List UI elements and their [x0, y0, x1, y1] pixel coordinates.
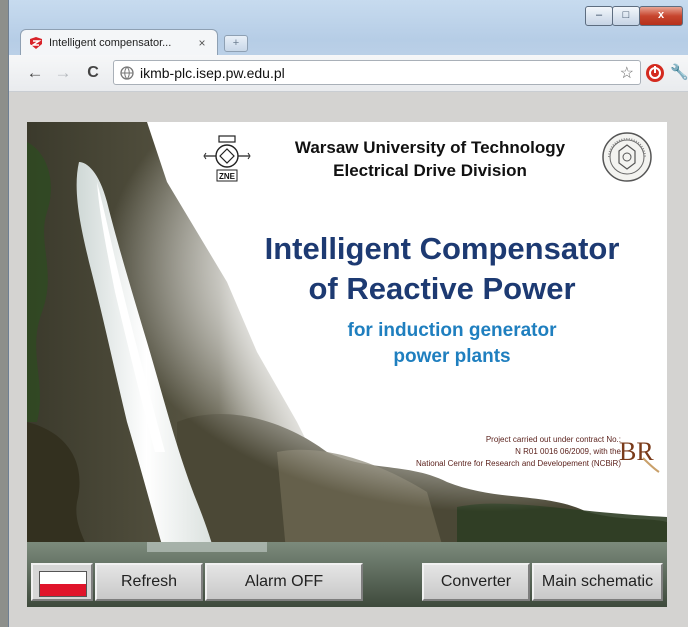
tab-title: Intelligent compensator...	[49, 36, 172, 49]
subtitle: for induction generator power plants	[287, 318, 617, 370]
alarm-off-button[interactable]: Alarm OFF	[205, 563, 363, 601]
university-name: Warsaw University of Technology	[294, 138, 566, 157]
forward-button[interactable]: →	[51, 61, 75, 85]
maximize-button[interactable]: □	[612, 6, 640, 26]
zne-logo: ZNE	[203, 135, 251, 182]
window-controls: – □ x	[585, 6, 683, 26]
project-info: Project carried out under contract No.: …	[337, 434, 621, 470]
project-line2: N R01 0016 06/2009, with the	[515, 447, 621, 456]
hmi-panel: ZNE Warsaw University of Technology Elec…	[27, 122, 667, 607]
main-title-line2: of Reactive Power	[308, 271, 576, 306]
br-logo-text: BR	[619, 437, 654, 466]
header-title: Warsaw University of Technology Electric…	[255, 136, 605, 182]
project-line3: National Centre for Research and Develop…	[416, 459, 621, 468]
browser-toolbar: ← → C ikmb-plc.isep.pw.edu.pl ☆ 🔧	[9, 55, 688, 92]
address-bar[interactable]: ikmb-plc.isep.pw.edu.pl ☆	[113, 60, 641, 85]
tab-close-icon[interactable]: ×	[195, 36, 209, 50]
subtitle-line1: for induction generator	[347, 320, 557, 341]
zne-label: ZNE	[219, 172, 236, 181]
subtitle-line2: power plants	[393, 346, 511, 367]
language-flag-button[interactable]	[31, 563, 93, 601]
bookmark-star-icon[interactable]: ☆	[620, 63, 634, 83]
close-window-button[interactable]: x	[639, 6, 683, 26]
tab-favicon-icon	[30, 36, 42, 49]
wrench-icon[interactable]: 🔧	[670, 63, 688, 81]
globe-icon	[120, 65, 134, 80]
browser-tab[interactable]: Intelligent compensator... ×	[20, 29, 218, 55]
project-line1: Project carried out under contract No.:	[485, 435, 621, 444]
main-title-line1: Intelligent Compensator	[264, 231, 620, 266]
url-text: ikmb-plc.isep.pw.edu.pl	[140, 64, 285, 81]
division-name: Electrical Drive Division	[333, 161, 527, 180]
refresh-button[interactable]: Refresh	[95, 563, 203, 601]
university-seal	[602, 132, 652, 182]
br-logo: BR	[619, 437, 660, 473]
back-button[interactable]: ←	[23, 61, 47, 85]
stop-extension-icon[interactable]	[645, 63, 665, 83]
main-schematic-button[interactable]: Main schematic	[532, 563, 663, 601]
reload-button[interactable]: C	[81, 61, 105, 85]
converter-button[interactable]: Converter	[422, 563, 530, 601]
main-title: Intelligent Compensator of Reactive Powe…	[227, 229, 657, 309]
minimize-button[interactable]: –	[585, 6, 613, 26]
new-tab-button[interactable]: +	[224, 35, 248, 52]
polish-flag-icon	[39, 571, 87, 597]
